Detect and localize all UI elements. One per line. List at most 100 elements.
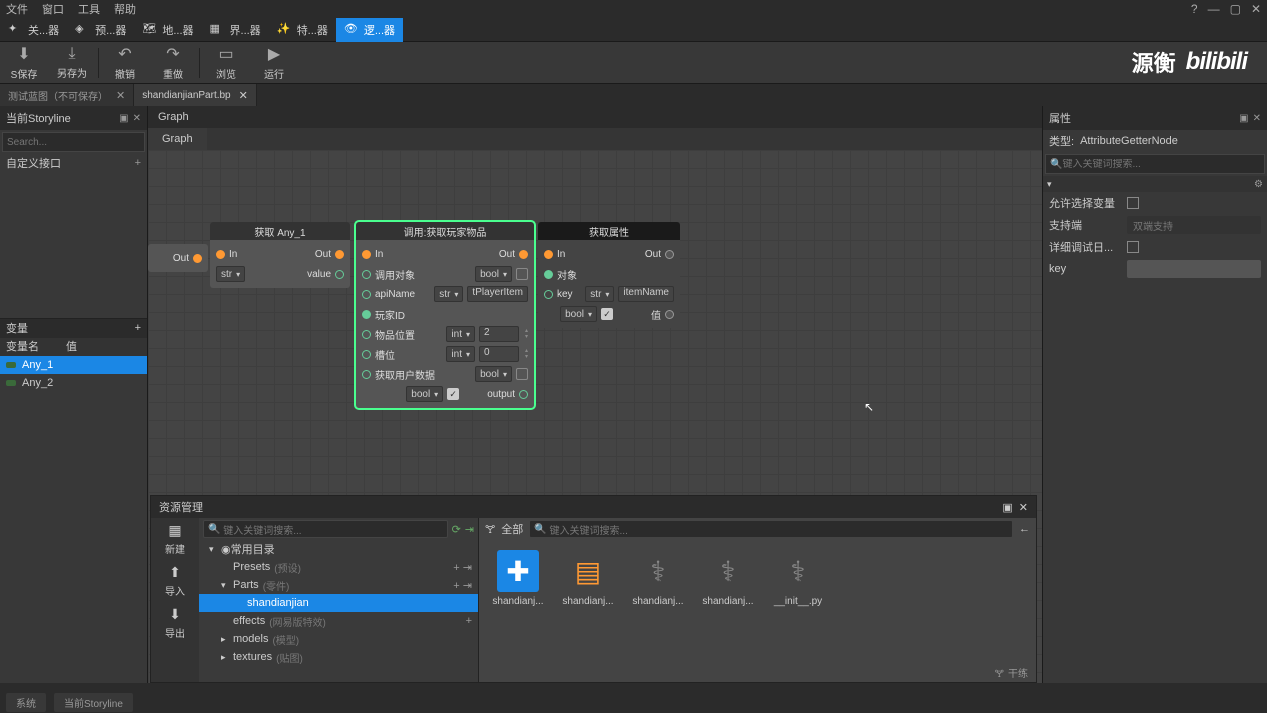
redo-button[interactable]: ↷重做 [149, 42, 197, 84]
tree-textures[interactable]: ▸textures(贴图) [199, 648, 478, 666]
port-out[interactable] [665, 250, 674, 259]
variable-any1[interactable]: Any_1 [0, 356, 147, 374]
dock-icon[interactable]: ▣ [1002, 501, 1012, 514]
back-icon[interactable]: ← [1019, 523, 1030, 535]
node-call-get-item[interactable]: 调用:获取玩家物品 InOut 调用对象bool apiNamestrtPlay… [356, 222, 534, 408]
menu-help[interactable]: 帮助 [114, 1, 136, 17]
value-input[interactable]: itemName [618, 286, 674, 302]
mode-fx[interactable]: ✨特...器 [269, 18, 336, 42]
tree-shandian[interactable]: shandianjian [199, 594, 478, 612]
port-output[interactable] [665, 310, 674, 319]
node-get-attr[interactable]: 获取属性 InOut 对象 keystritemName bool✓值 [538, 222, 680, 328]
saveas-button[interactable]: ⤓另存为 [48, 42, 96, 84]
new-button[interactable]: ▦新建 [151, 518, 199, 560]
port[interactable] [362, 310, 371, 319]
port[interactable] [362, 330, 371, 339]
search-input[interactable] [2, 132, 145, 152]
file-search[interactable]: 🔍 键入关键词搜索... [529, 520, 1013, 538]
type-select[interactable]: int [446, 326, 475, 342]
type-select[interactable]: bool [560, 306, 597, 322]
value-input[interactable]: 0 [479, 346, 519, 362]
close-icon[interactable]: ✕ [133, 113, 141, 124]
dock-icon[interactable]: ▣ [119, 113, 128, 124]
close-icon[interactable]: ✕ [1019, 501, 1028, 514]
tree-parts[interactable]: ▾Parts(零件)+ ⇥ [199, 576, 478, 594]
port-in[interactable] [216, 250, 225, 259]
port[interactable] [362, 350, 371, 359]
undo-button[interactable]: ↶撤销 [101, 42, 149, 84]
checkbox[interactable]: ✓ [601, 308, 613, 320]
port-out[interactable] [519, 250, 528, 259]
menu-tools[interactable]: 工具 [78, 1, 100, 17]
port-output[interactable] [519, 390, 528, 399]
port[interactable] [362, 270, 371, 279]
run-button[interactable]: ▶运行 [250, 42, 298, 84]
port[interactable] [362, 370, 371, 379]
mode-map[interactable]: 🗺地...器 [134, 18, 201, 42]
status-storyline[interactable]: 当前Storyline [54, 693, 133, 712]
import-button[interactable]: ⬆导入 [151, 560, 199, 602]
tree-root[interactable]: ▾◉ 常用目录 [199, 540, 478, 558]
file-item[interactable]: ✚shandianj... [489, 550, 547, 607]
minimize-icon[interactable]: — [1208, 2, 1220, 16]
checkbox[interactable] [1127, 197, 1139, 209]
save-button[interactable]: ⬇S保存 [0, 42, 48, 84]
prop-search[interactable]: 🔍 [1045, 154, 1265, 174]
filter-icon[interactable]: 🝖 [485, 518, 495, 540]
collapse-icon[interactable]: ⇥ [465, 523, 474, 536]
type-select[interactable]: bool [475, 366, 512, 382]
maximize-icon[interactable]: ▢ [1230, 2, 1241, 16]
export-button[interactable]: ⬇导出 [151, 602, 199, 644]
doc-tab-1[interactable]: 测试蓝图（不可保存）✕ [0, 84, 134, 106]
checkbox[interactable]: ✓ [447, 388, 459, 400]
mode-ui[interactable]: ▦界...器 [202, 18, 269, 42]
add-icon[interactable]: + [135, 322, 141, 334]
tree-presets[interactable]: Presets(预设)+ ⇥ [199, 558, 478, 576]
type-select[interactable]: str [434, 286, 463, 302]
close-icon[interactable]: ✕ [116, 89, 125, 102]
close-icon[interactable]: ✕ [1253, 113, 1261, 124]
checkbox[interactable] [516, 268, 528, 280]
status-system[interactable]: 系统 [6, 693, 46, 712]
type-select[interactable]: bool [475, 266, 512, 282]
graph-tab[interactable]: Graph [148, 128, 207, 150]
port[interactable] [544, 290, 553, 299]
menu-window[interactable]: 窗口 [42, 1, 64, 17]
dock-icon[interactable]: ▣ [1239, 113, 1248, 124]
variable-any2[interactable]: Any_2 [0, 374, 147, 392]
tree-models[interactable]: ▸models(模型) [199, 630, 478, 648]
refresh-icon[interactable]: ⟳ [452, 523, 461, 536]
close-icon[interactable]: ✕ [1251, 2, 1261, 16]
tree-effects[interactable]: effects(网易版特效)+ [199, 612, 478, 630]
port-out[interactable] [335, 250, 344, 259]
port-in[interactable] [544, 250, 553, 259]
value-input[interactable]: 2 [479, 326, 519, 342]
node-partial[interactable]: Out [148, 244, 208, 272]
add-icon[interactable]: + [135, 157, 141, 169]
mode-logic[interactable]: 👁逻...器 [336, 18, 403, 42]
type-select[interactable]: int [446, 346, 475, 362]
port-in[interactable] [362, 250, 371, 259]
checkbox[interactable] [1127, 241, 1139, 253]
type-select[interactable]: str [216, 266, 245, 282]
help-icon[interactable]: ? [1191, 2, 1198, 16]
custom-interface[interactable]: 自定义接口+ [0, 154, 147, 172]
port[interactable] [362, 290, 371, 299]
node-get-any1[interactable]: 获取 Any_1 InOut strvalue [210, 222, 350, 288]
mode-level[interactable]: ✦关...器 [0, 18, 67, 42]
file-item[interactable]: ⚕shandianj... [629, 550, 687, 607]
mode-preview[interactable]: ◈预...器 [67, 18, 134, 42]
type-select[interactable]: str [585, 286, 614, 302]
port-out[interactable] [193, 254, 202, 263]
port[interactable] [544, 270, 553, 279]
menu-file[interactable]: 文件 [6, 1, 28, 17]
close-icon[interactable]: ✕ [239, 89, 248, 102]
file-item[interactable]: ▤shandianj... [559, 550, 617, 607]
preview-button[interactable]: ▭浏览 [202, 42, 250, 84]
dropdown[interactable]: 双端支持 [1127, 216, 1261, 234]
text-input[interactable] [1127, 260, 1261, 278]
filter-icon[interactable]: 🝖 [995, 662, 1004, 683]
tree-search[interactable]: 🔍 键入关键词搜索... [203, 520, 448, 538]
file-item[interactable]: ⚕__init__.py [769, 550, 827, 607]
checkbox[interactable] [516, 368, 528, 380]
